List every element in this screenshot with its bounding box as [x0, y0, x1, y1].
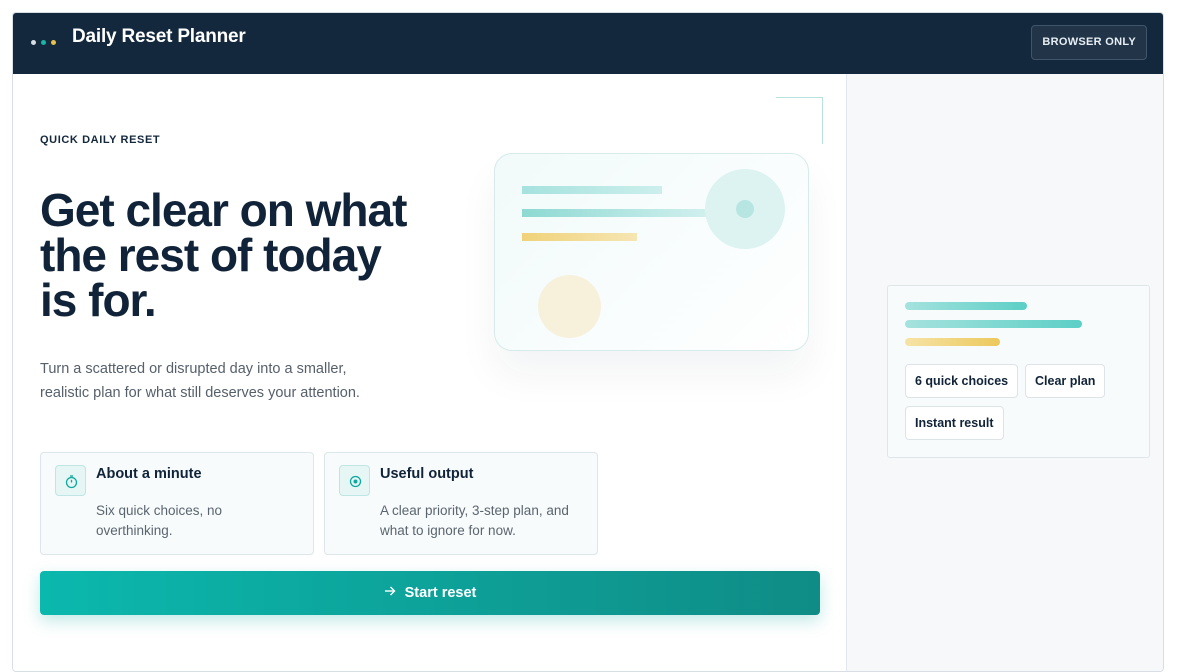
- illus-bar-2: [522, 209, 717, 217]
- eyebrow-label: QUICK DAILY RESET: [40, 134, 161, 146]
- start-reset-label: Start reset: [404, 585, 477, 601]
- main-panel: QUICK DAILY RESET Get clear on what the …: [13, 74, 846, 671]
- intro-text: Turn a scattered or disrupted day into a…: [40, 361, 360, 401]
- dot-yellow: [51, 40, 56, 45]
- preview-bar-1: [905, 302, 1027, 310]
- feature-title: Useful output: [380, 466, 474, 482]
- dot-teal: [41, 40, 46, 45]
- top-bar: Daily Reset Planner BROWSER ONLY: [13, 13, 1163, 74]
- app-window: Daily Reset Planner BROWSER ONLY QUICK D…: [12, 12, 1164, 672]
- feature-body: Six quick choices, no overthinking.: [96, 503, 223, 538]
- preview-bar-3: [905, 338, 1000, 346]
- stopwatch-icon: [55, 465, 86, 496]
- chip-instant-result[interactable]: Instant result: [905, 406, 1004, 440]
- preview-bar-2: [905, 320, 1082, 328]
- start-reset-button[interactable]: Start reset: [40, 571, 820, 615]
- target-icon: [339, 465, 370, 496]
- decorative-corner: [776, 97, 823, 144]
- chip-clear-plan[interactable]: Clear plan: [1025, 364, 1106, 398]
- chip-quick-choices[interactable]: 6 quick choices: [905, 364, 1019, 398]
- illus-bar-1: [522, 186, 662, 194]
- browser-only-badge: BROWSER ONLY: [1031, 25, 1147, 60]
- window-dots: [31, 40, 56, 45]
- illus-circle-dot: [736, 200, 754, 218]
- illus-circle-yellow: [538, 275, 601, 338]
- feature-card-output: Useful output A clear priority, 3-step p…: [324, 452, 598, 555]
- feature-title: About a minute: [96, 466, 202, 482]
- preview-card: 6 quick choices Clear plan Instant resul…: [887, 285, 1150, 458]
- feature-card-time: About a minute Six quick choices, no ove…: [40, 452, 314, 555]
- dot-gray: [31, 40, 36, 45]
- hero-illustration: [494, 153, 809, 351]
- arrow-right-icon: [384, 585, 396, 601]
- app-title: Daily Reset Planner: [72, 26, 246, 47]
- side-panel: 6 quick choices Clear plan Instant resul…: [846, 74, 1163, 671]
- illus-bar-3: [522, 233, 637, 241]
- page-title: Get clear on what the rest of today is f…: [40, 184, 407, 326]
- feature-body: A clear priority, 3-step plan, and what …: [380, 503, 569, 538]
